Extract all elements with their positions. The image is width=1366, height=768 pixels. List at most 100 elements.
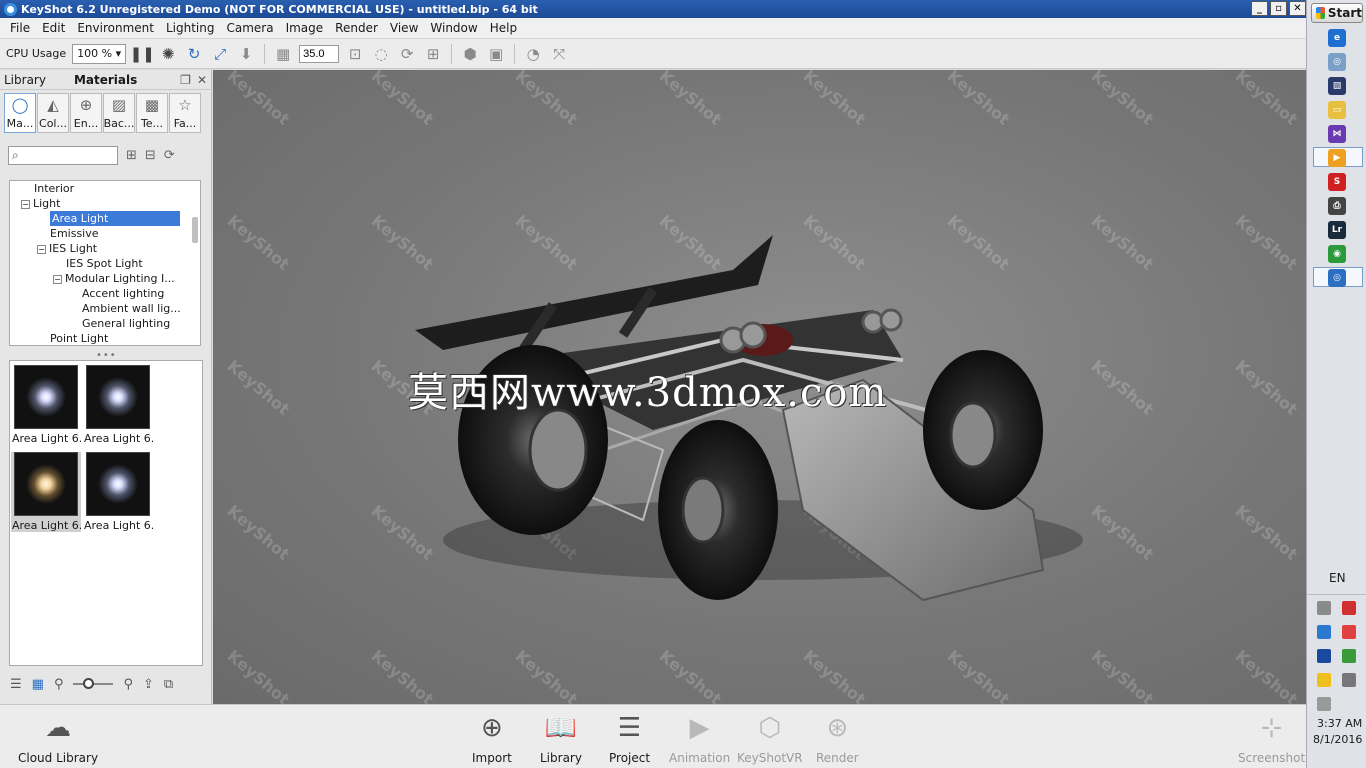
tree-item[interactable]: Ambient wall lig... (10, 301, 190, 316)
pause-icon[interactable]: ❚❚ (130, 44, 155, 64)
performance-mode-icon[interactable]: ✺ (158, 44, 178, 64)
tree-scrollbar[interactable] (192, 217, 198, 243)
add-folder-icon[interactable]: ⊞ (126, 148, 137, 163)
presentation-icon[interactable]: ▣ (486, 44, 506, 64)
shield-icon[interactable]: ⬢ (460, 44, 480, 64)
close-button[interactable]: ✕ (1289, 1, 1306, 16)
solidworks-icon[interactable]: S (1328, 173, 1346, 191)
media-player-icon[interactable]: ◎ (1328, 53, 1346, 71)
tree-item[interactable]: Accent lighting (10, 286, 190, 301)
photoshop-icon[interactable]: ▧ (1328, 77, 1346, 95)
language-indicator[interactable]: EN (1329, 571, 1346, 585)
tree-item[interactable]: − Modular Lighting I... (10, 271, 190, 286)
library-button[interactable]: 📖 Library (540, 711, 582, 765)
list-view-icon[interactable]: ☰ (10, 677, 22, 692)
lightroom-icon[interactable]: Lr (1328, 221, 1346, 239)
media-app-icon[interactable]: ▶ (1328, 149, 1346, 167)
zoom-out-icon[interactable]: ⚲ (54, 677, 64, 692)
internet-explorer-icon[interactable]: e (1328, 29, 1346, 47)
clock-time[interactable]: 3:37 AM (1317, 717, 1362, 730)
cpu-usage-select[interactable]: 100 % ▾ (72, 43, 127, 64)
animation-button[interactable]: ▶ Animation (669, 711, 730, 765)
network-icon[interactable] (1342, 649, 1356, 663)
undock-icon[interactable]: ❐ (180, 73, 191, 87)
geometry-view-icon[interactable]: ◔ (523, 44, 543, 64)
menu-view[interactable]: View (384, 21, 424, 35)
close-icon[interactable]: ✕ (197, 73, 207, 87)
material-thumbnail[interactable]: Area Light 6... (11, 452, 81, 532)
upload-icon[interactable]: ⇪ (143, 677, 154, 692)
configurator-icon[interactable]: ⤧ (549, 44, 569, 64)
action-center-icon[interactable] (1342, 625, 1356, 639)
bluetooth-icon[interactable] (1317, 649, 1331, 663)
menu-lighting[interactable]: Lighting (160, 21, 221, 35)
tab-colors-category[interactable]: ◭ Col... (37, 93, 69, 133)
menu-image[interactable]: Image (280, 21, 330, 35)
device-icon[interactable] (1342, 673, 1356, 687)
material-thumbnail[interactable]: Area Light 6... (83, 452, 153, 532)
material-thumbnail[interactable]: Area Light 6... (83, 365, 153, 445)
tree-item[interactable]: Area Light (10, 211, 190, 226)
camera-icon[interactable]: ◌ (371, 44, 391, 64)
tree-toggle-icon[interactable]: − (21, 199, 30, 209)
menu-camera[interactable]: Camera (220, 21, 279, 35)
tab-environments-category[interactable]: ⊕ En... (70, 93, 102, 133)
file-explorer-icon[interactable]: ▭ (1328, 101, 1346, 119)
material-thumbnail[interactable]: Area Light 6... (11, 365, 81, 445)
library-folder-tree[interactable]: Interior − Light Area Light Emissive − IES Lig… (9, 180, 201, 346)
chrome-icon[interactable]: ◉ (1328, 245, 1346, 263)
remove-folder-icon[interactable]: ⊟ (145, 148, 156, 163)
render-viewport[interactable]: KeyShot KeyShot KeyShot KeyShot KeyShot KeySh… (213, 70, 1306, 704)
minimize-button[interactable]: _ (1251, 1, 1268, 16)
fit-view-icon[interactable]: ⤢ (210, 44, 230, 64)
tab-textures-category[interactable]: ▩ Te... (136, 93, 168, 133)
tab-library[interactable]: Library (4, 73, 46, 87)
rotate-camera-icon[interactable]: ⟳ (397, 44, 417, 64)
drop-to-ground-icon[interactable]: ⬇ (236, 44, 256, 64)
menu-file[interactable]: File (4, 21, 36, 35)
tab-backplates-category[interactable]: ▨ Bac... (103, 93, 135, 133)
region-render-icon[interactable]: ⊡ (345, 44, 365, 64)
zoom-in-icon[interactable]: ⚲ (123, 677, 133, 692)
thumbnail-size-slider[interactable] (73, 678, 114, 689)
clock-date[interactable]: 8/1/2016 (1313, 733, 1362, 746)
render-button[interactable]: ⊛ Render (816, 711, 859, 765)
restore-button[interactable]: ▫ (1270, 1, 1287, 16)
menu-help[interactable]: Help (484, 21, 523, 35)
field-of-view-input[interactable] (299, 44, 340, 63)
refresh-icon[interactable]: ↻ (184, 44, 204, 64)
tree-toggle-icon[interactable]: − (53, 274, 62, 284)
menu-environment[interactable]: Environment (71, 21, 160, 35)
keyshot-taskbar-icon[interactable]: ◎ (1328, 269, 1346, 287)
tree-item[interactable]: Emissive (10, 226, 190, 241)
menu-window[interactable]: Window (424, 21, 483, 35)
cloud-library-button[interactable]: ☁ Cloud Library (18, 711, 98, 765)
sync-icon[interactable] (1317, 673, 1331, 687)
printer-app-icon[interactable]: ⎙ (1328, 197, 1346, 215)
screenshot-button[interactable]: ⊹ Screenshot (1238, 711, 1305, 765)
refresh-library-icon[interactable]: ⟳ (164, 148, 175, 163)
menu-render[interactable]: Render (329, 21, 384, 35)
grid-view-icon[interactable]: ▦ (32, 677, 44, 692)
tab-favorites-category[interactable]: ☆ Fa... (169, 93, 201, 133)
network-signal-icon[interactable] (1317, 601, 1331, 615)
volume-icon[interactable] (1317, 697, 1331, 711)
antivirus-icon[interactable] (1342, 601, 1356, 615)
library-search-input[interactable]: ⌕ (8, 146, 118, 165)
import-button[interactable]: ⊕ Import (472, 711, 512, 765)
import-folder-icon[interactable]: ⧉ (164, 677, 173, 692)
start-button[interactable]: Start (1311, 3, 1363, 23)
tree-item[interactable]: IES Spot Light (10, 256, 190, 271)
menu-edit[interactable]: Edit (36, 21, 71, 35)
tree-toggle-icon[interactable]: − (37, 244, 46, 254)
keyshotvr-button[interactable]: ⬡ KeyShotVR (737, 711, 803, 765)
tree-item[interactable]: Point Light (10, 331, 190, 345)
lock-camera-icon[interactable]: ⊞ (423, 44, 443, 64)
tree-item[interactable]: Interior (10, 181, 190, 196)
tab-materials[interactable]: Materials (74, 73, 137, 87)
tree-item[interactable]: − IES Light (10, 241, 190, 256)
visual-studio-icon[interactable]: ⋈ (1328, 125, 1346, 143)
tree-item[interactable]: − Light (10, 196, 190, 211)
windows-update-icon[interactable] (1317, 625, 1331, 639)
tab-materials-category[interactable]: ◯ Ma... (4, 93, 36, 133)
